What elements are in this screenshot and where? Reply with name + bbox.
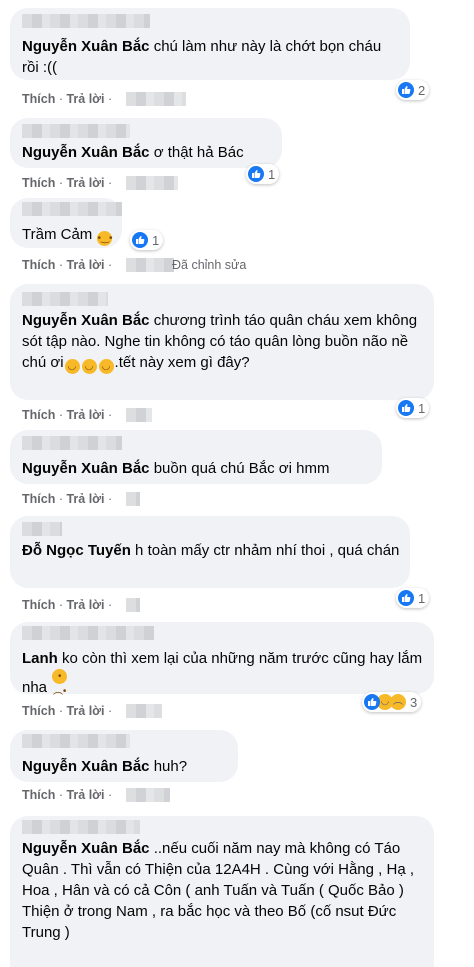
comment-actions: Thích · Trả lời · — [22, 92, 113, 106]
comment-actions: Thích · Trả lời · — [22, 176, 113, 190]
comment-author[interactable]: Nguyễn Xuân Bắc — [22, 758, 150, 775]
redacted-time — [126, 408, 152, 422]
reply-link[interactable]: Trả lời — [66, 408, 104, 422]
reply-link[interactable]: Trả lời — [66, 258, 104, 272]
reaction-badge[interactable]: ◡ ︵ 3 — [362, 692, 422, 712]
reaction-count: 3 — [410, 694, 418, 710]
like-link[interactable]: Thích — [22, 704, 55, 718]
comment-body-line2: Thiện ở trong Nam , ra bắc học và theo B… — [22, 903, 397, 941]
like-link[interactable]: Thích — [22, 788, 55, 802]
redacted-name — [22, 124, 130, 138]
comment-actions: Thích · Trả lời · — [22, 788, 113, 802]
comment-author[interactable]: Nguyễn Xuân Bắc — [22, 144, 150, 161]
thumbs-up-icon — [248, 166, 264, 182]
comment-author[interactable]: Nguyễn Xuân Bắc — [22, 840, 150, 857]
redacted-name — [22, 626, 154, 640]
comment-body: ơ thật hả Bác — [149, 144, 244, 161]
like-link[interactable]: Thích — [22, 408, 55, 422]
comment-author[interactable]: Nguyễn Xuân Bắc — [22, 312, 150, 329]
reply-link[interactable]: Trả lời — [66, 788, 104, 802]
comment-author[interactable]: Nguyễn Xuân Bắc — [22, 460, 150, 477]
comment-body-end: .tết này xem gì đây? — [114, 354, 250, 371]
reaction-count: 1 — [418, 400, 426, 416]
comment-body: h toàn mấy ctr nhảm nhí thoi , quá chán — [130, 542, 400, 559]
reaction-badge[interactable]: 1 — [130, 230, 164, 250]
reply-link[interactable]: Trả lời — [66, 598, 104, 612]
reaction-count: 2 — [418, 82, 426, 98]
comment-author[interactable]: Nguyễn Xuân Bắc — [22, 38, 150, 55]
comment-actions: Thích · Trả lời · — [22, 492, 113, 506]
sad-face-emoji: •‿• — [97, 231, 113, 246]
comment-text: Nguyễn Xuân Bắc ơ thật hả Bác — [22, 142, 282, 163]
like-link[interactable]: Thích — [22, 598, 55, 612]
redacted-name — [22, 436, 122, 450]
comment-text: Nguyễn Xuân Bắc buồn quá chú Bắc ơi hmm — [22, 458, 382, 479]
comment-text: Nguyễn Xuân Bắc huh? — [22, 756, 232, 777]
thumbs-up-icon — [364, 694, 380, 710]
reply-link[interactable]: Trả lời — [66, 492, 104, 506]
comment-actions: Thích · Trả lời · — [22, 408, 113, 422]
reaction-count: 1 — [152, 232, 160, 248]
redacted-name — [22, 734, 130, 748]
comment-text: Lanh ko còn thì xem lại của những năm tr… — [22, 648, 430, 698]
sad-face-emoji: •︵• — [52, 669, 68, 697]
comment-author[interactable]: Đỗ Ngọc Tuyến — [22, 542, 131, 559]
reply-link[interactable]: Trả lời — [66, 704, 104, 718]
reaction-badge[interactable]: 1 — [246, 164, 280, 184]
comment-text: Nguyễn Xuân Bắc ..nếu cuối năm nay mà kh… — [22, 838, 430, 943]
comment-body: Trầm Cảm — [22, 226, 97, 243]
redacted-time — [126, 258, 174, 272]
thumbs-up-icon — [398, 400, 414, 416]
like-link[interactable]: Thích — [22, 176, 55, 190]
comment-body: huh? — [149, 758, 188, 775]
thumbs-up-icon — [398, 82, 414, 98]
sad-reaction-icon: ︵ — [390, 694, 406, 710]
reply-link[interactable]: Trả lời — [66, 176, 104, 190]
redacted-time — [126, 92, 186, 106]
thumbs-up-icon — [132, 232, 148, 248]
redacted-time — [126, 492, 140, 506]
laughing-face-emoji: ◡ — [64, 359, 80, 374]
comment-actions: Thích · Trả lời · — [22, 258, 113, 272]
comment-body: buồn quá chú Bắc ơi hmm — [149, 460, 330, 477]
reaction-count: 1 — [268, 166, 276, 182]
redacted-time — [126, 598, 140, 612]
comment-text: Nguyễn Xuân Bắc chương trình táo quân ch… — [22, 310, 430, 374]
comment-author[interactable]: Lanh — [22, 650, 58, 667]
reaction-badge[interactable]: 1 — [396, 398, 430, 418]
comment-actions: Thích · Trả lời · — [22, 598, 113, 612]
like-link[interactable]: Thích — [22, 492, 55, 506]
redacted-name — [22, 14, 150, 28]
redacted-name — [22, 522, 62, 536]
comment-text: Trầm Cảm •‿• — [22, 224, 132, 246]
redacted-name — [22, 820, 140, 834]
reaction-count: 1 — [418, 590, 426, 606]
laughing-face-emoji: ◡ — [81, 359, 97, 374]
comment-actions: Thích · Trả lời · — [22, 704, 113, 718]
redacted-time — [126, 788, 170, 802]
edited-label: Đã chỉnh sửa — [172, 258, 247, 272]
comment-text: Nguyễn Xuân Bắc chú làm như này là chớt … — [22, 36, 402, 78]
reaction-badge[interactable]: 2 — [396, 80, 430, 100]
redacted-name — [22, 292, 108, 306]
like-link[interactable]: Thích — [22, 92, 55, 106]
laughing-face-emoji: ◡ — [98, 359, 114, 374]
redacted-time — [126, 176, 178, 190]
comment-text: Đỗ Ngọc Tuyến h toàn mấy ctr nhảm nhí th… — [22, 540, 406, 561]
like-link[interactable]: Thích — [22, 258, 55, 272]
reply-link[interactable]: Trả lời — [66, 92, 104, 106]
redacted-time — [126, 704, 162, 718]
comment-body: ko còn thì xem lại của những năm trước c… — [22, 650, 423, 696]
reaction-badge[interactable]: 1 — [396, 588, 430, 608]
redacted-name — [22, 202, 122, 216]
thumbs-up-icon — [398, 590, 414, 606]
